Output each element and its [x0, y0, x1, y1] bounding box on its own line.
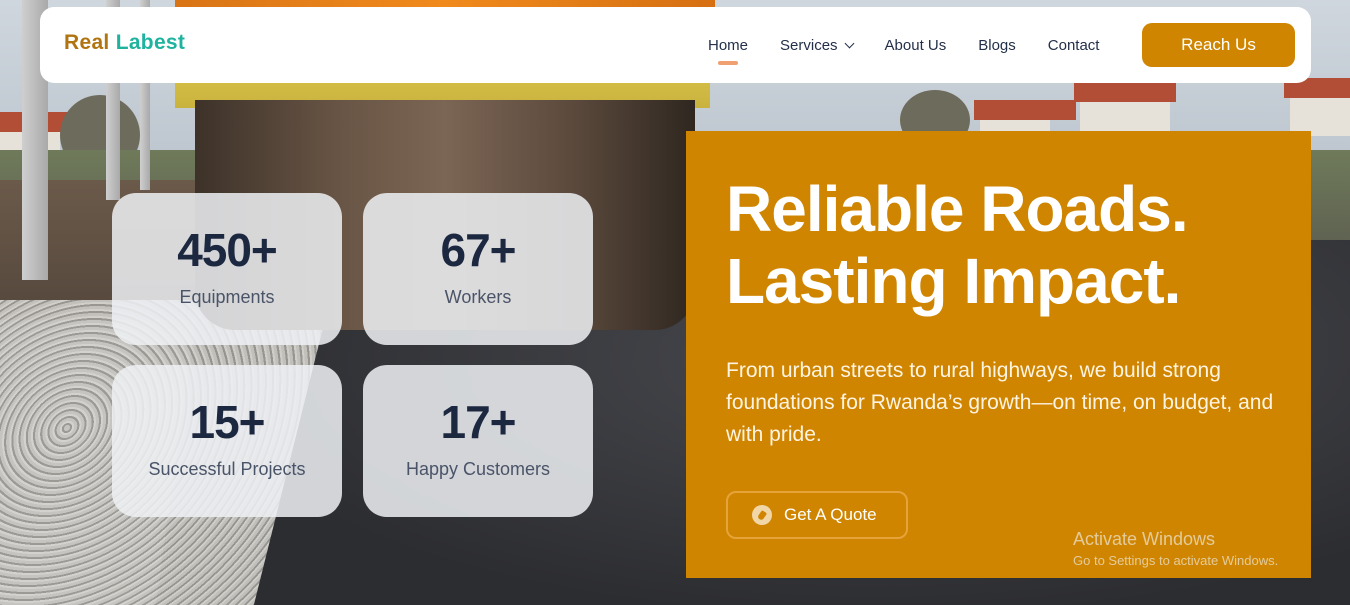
stat-label: Equipments — [179, 287, 275, 307]
compass-icon — [752, 505, 772, 525]
navbar: Real Labest Home Services About Us Blogs… — [40, 7, 1311, 83]
main-nav: Home Services About Us Blogs Contact — [708, 7, 1131, 83]
background-house — [1284, 78, 1350, 136]
stat-value: 67+ — [440, 224, 516, 276]
hero-title: Reliable Roads. Lasting Impact. — [726, 173, 1286, 317]
stat-label: Workers — [444, 287, 512, 307]
stat-value: 450+ — [177, 224, 278, 276]
brand-logo-part2: Labest — [115, 31, 186, 54]
nav-blogs[interactable]: Blogs — [978, 37, 1016, 54]
brand-logo-part1: Real — [64, 31, 110, 54]
stat-label: Successful Projects — [148, 459, 306, 479]
watermark-title: Activate Windows — [1073, 529, 1216, 549]
hero-description: From urban streets to rural highways, we… — [726, 359, 1274, 446]
hero-title-line1: Reliable Roads. — [726, 173, 1189, 245]
get-a-quote-button[interactable]: Get A Quote — [726, 491, 908, 539]
stat-value: 17+ — [440, 396, 516, 448]
stat-card-workers: 67+ Workers — [363, 193, 593, 345]
chevron-down-icon — [844, 38, 854, 48]
hero-panel: Reliable Roads. Lasting Impact. From urb… — [686, 131, 1311, 578]
stat-card-customers: 17+ Happy Customers — [363, 365, 593, 517]
nav-home[interactable]: Home — [708, 37, 748, 65]
stat-card-projects: 15+ Successful Projects — [112, 365, 342, 517]
reach-us-button[interactable]: Reach Us — [1142, 23, 1295, 67]
windows-activation-watermark: Activate Windows Go to Settings to activ… — [1073, 529, 1278, 568]
nav-about-us[interactable]: About Us — [885, 37, 947, 54]
nav-contact[interactable]: Contact — [1048, 37, 1100, 54]
nav-services[interactable]: Services — [780, 36, 854, 54]
stat-card-equipments: 450+ Equipments — [112, 193, 342, 345]
get-a-quote-label: Get A Quote — [784, 505, 877, 524]
watermark-subtitle: Go to Settings to activate Windows. — [1073, 553, 1279, 568]
brand-logo[interactable]: Real Labest — [64, 31, 185, 55]
stat-label: Happy Customers — [405, 459, 551, 479]
hero-title-line2: Lasting Impact. — [726, 245, 1181, 317]
stat-value: 15+ — [189, 396, 265, 448]
nav-services-label: Services — [780, 36, 838, 54]
